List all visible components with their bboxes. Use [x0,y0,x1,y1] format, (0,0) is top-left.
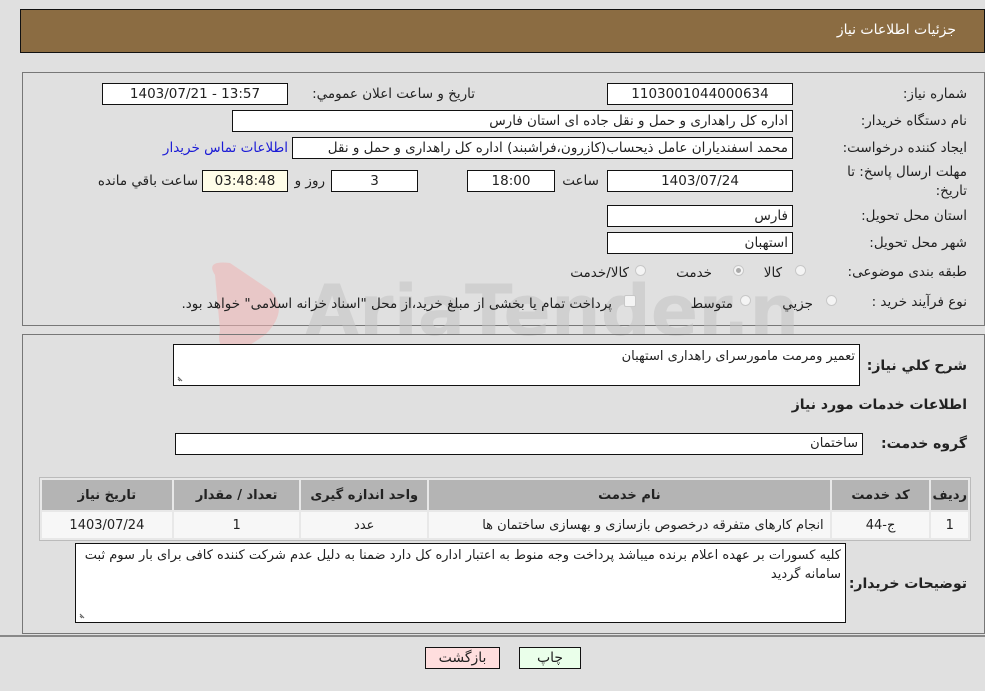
category-option-service: خدمت [676,265,712,281]
creator-label: ایجاد کننده درخواست: [842,140,967,156]
time-label: ساعت [562,173,599,189]
deadline-label-2: تاریخ: [935,183,967,199]
services-section-title: اطلاعات خدمات مورد نیاز [791,397,967,413]
purchase-radio-medium[interactable] [740,295,751,306]
days-field: 3 [331,170,418,192]
category-radio-service[interactable] [733,265,744,276]
need-number-field: 1103001044000634 [607,83,793,105]
deadline-time-field: 18:00 [467,170,555,192]
services-table: تاریخ نیاز تعداد / مقدار واحد اندازه گیر… [39,477,971,541]
city-label: شهر محل تحویل: [869,235,967,251]
page-title: جزئيات اطلاعات نیاز [836,22,956,38]
service-group-label: گروه خدمت: [881,436,967,452]
col-unit: واحد اندازه گیری [301,480,428,510]
buyer-org-label: نام دستگاه خریدار: [860,113,967,129]
cell-service-code: ج-44 [831,512,930,538]
cell-quantity: 1 [173,512,300,538]
purchase-option-medium: متوسط [690,296,733,312]
buyer-notes-text: کلیه کسورات بر عهده اعلام برنده میباشد پ… [84,548,841,582]
resize-grip-icon[interactable] [176,373,186,383]
category-option-goods-service: کالا/خدمت [570,265,629,281]
purchase-option-minor: جزيي [782,296,813,312]
province-label: استان محل تحویل: [861,208,967,224]
cell-unit: عدد [301,512,428,538]
cell-need-date: 1403/07/24 [42,512,172,538]
col-quantity: تعداد / مقدار [173,480,300,510]
announce-label: تاریخ و ساعت اعلان عمومي: [312,86,475,102]
announce-datetime-field: 1403/07/21 - 13:57 [102,83,288,105]
table-header-row: تاریخ نیاز تعداد / مقدار واحد اندازه گیر… [42,480,968,510]
col-service-name: نام خدمت [429,480,830,510]
remaining-label: ساعت باقي مانده [97,173,198,189]
col-need-date: تاریخ نیاز [42,480,172,510]
category-radio-goods[interactable] [795,265,806,276]
purchase-radio-minor[interactable] [826,295,837,306]
treasury-note: پرداخت تمام یا بخشی از مبلغ خرید،از محل … [181,296,612,312]
treasury-checkbox[interactable] [624,295,636,307]
days-label: روز و [294,173,325,189]
deadline-label-1: مهلت ارسال پاسخ: تا [847,164,967,180]
buyer-notes-textarea[interactable]: کلیه کسورات بر عهده اعلام برنده میباشد پ… [75,543,846,623]
creator-field: محمد اسفندیاران عامل ذیحساب(کازرون،فراشب… [292,137,793,159]
buyer-org-field: اداره کل راهداری و حمل و نقل جاده ای است… [232,110,793,132]
resize-grip-icon[interactable] [78,610,88,620]
buyer-notes-label: توضیحات خریدار: [848,576,967,592]
category-label: طبقه بندی موضوعی: [847,264,967,280]
page-header: جزئيات اطلاعات نیاز [20,9,985,53]
remaining-time-field: 03:48:48 [202,170,288,192]
col-row: ردیف [931,480,968,510]
need-number-label: شماره نیاز: [902,86,967,102]
col-service-code: کد خدمت [831,480,930,510]
cell-service-name: انجام کارهای متفرقه درخصوص بازسازی و بهس… [429,512,830,538]
description-textarea[interactable]: تعمیر ومرمت مامورسرای راهداری استهبان [173,344,860,386]
back-button[interactable]: بازگشت [425,647,500,669]
buyer-contact-link[interactable]: اطلاعات تماس خریدار [163,140,288,156]
province-field: فارس [607,205,793,227]
print-button[interactable]: چاپ [519,647,581,669]
cell-row: 1 [931,512,968,538]
city-field: استهبان [607,232,793,254]
category-radio-goods-service[interactable] [635,265,646,276]
description-text: تعمیر ومرمت مامورسرای راهداری استهبان [621,349,855,364]
service-group-field: ساختمان [175,433,863,455]
purchase-type-label: نوع فرآیند خرید : [871,294,967,310]
footer-divider [0,635,985,637]
description-label: شرح کلي نیاز: [866,358,967,374]
table-row: 1403/07/24 1 عدد انجام کارهای متفرقه درخ… [42,512,968,538]
deadline-date-field: 1403/07/24 [607,170,793,192]
category-option-goods: کالا [763,265,782,281]
